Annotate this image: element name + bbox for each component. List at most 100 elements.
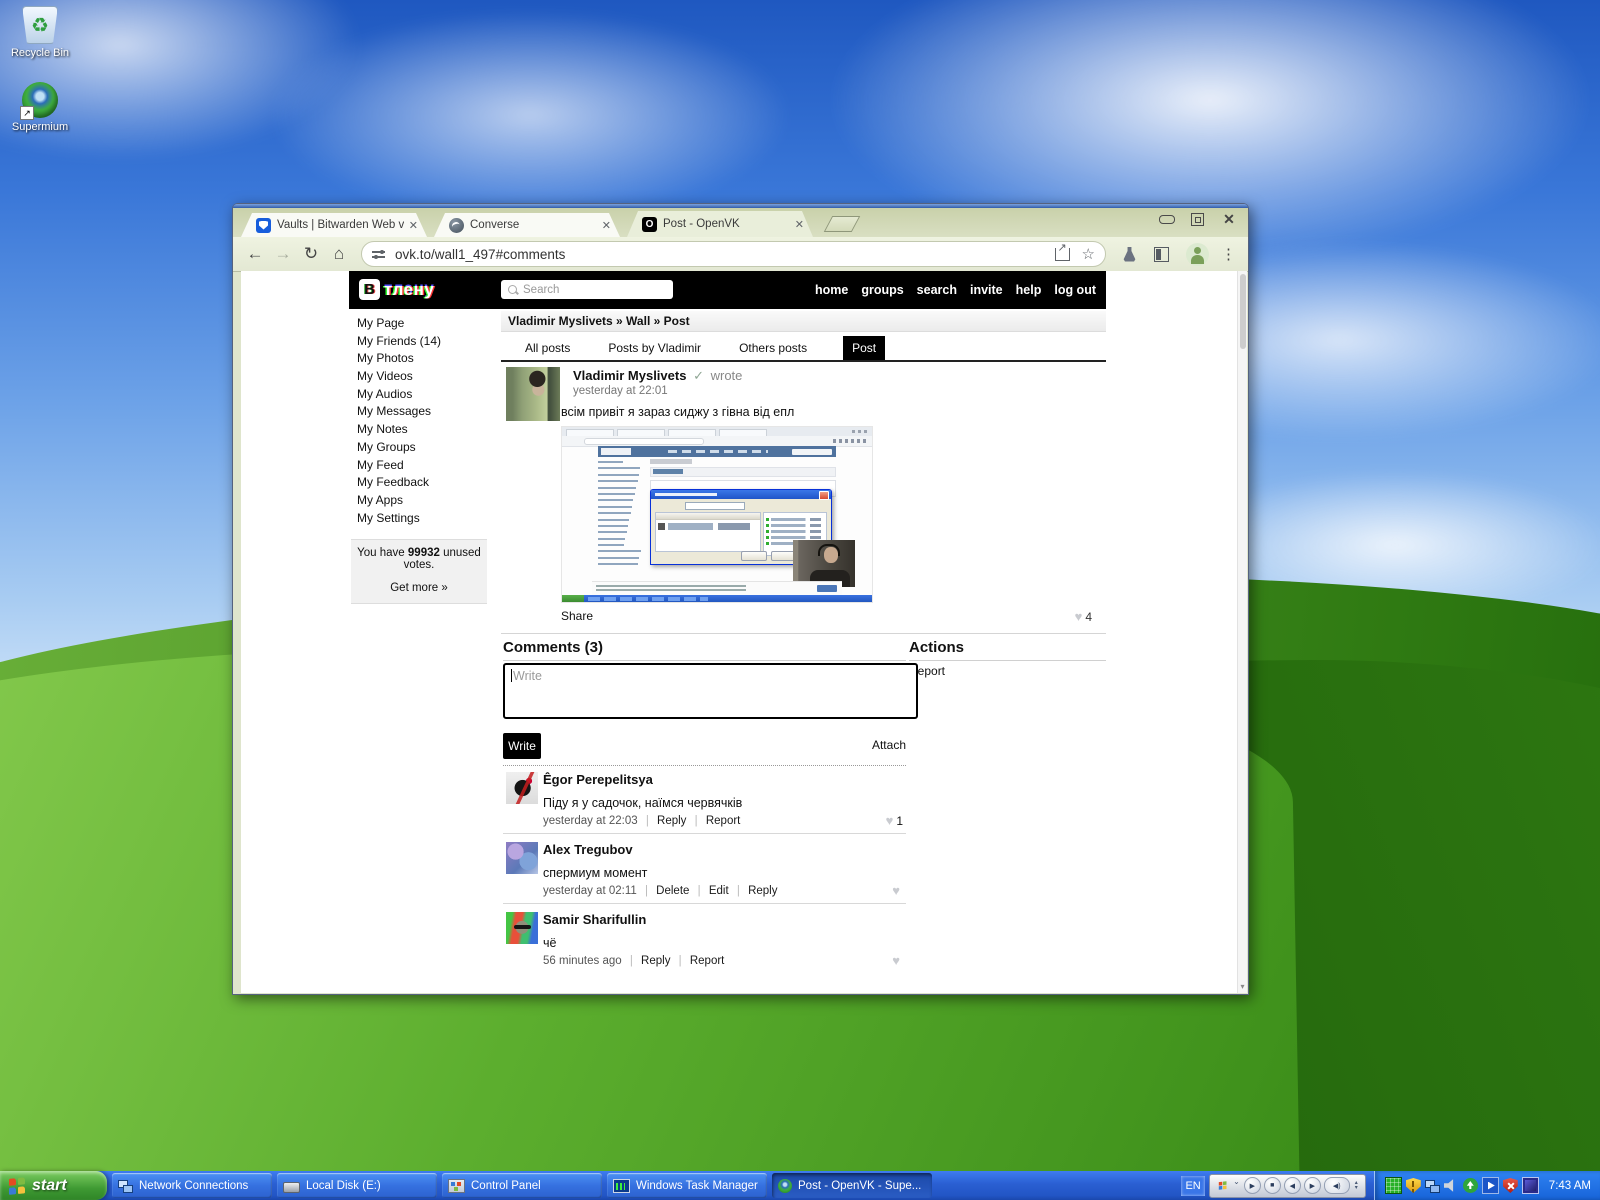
new-tab-button[interactable] bbox=[824, 216, 861, 232]
language-indicator[interactable]: EN bbox=[1181, 1176, 1205, 1196]
site-search-input[interactable]: Search bbox=[501, 280, 673, 299]
wall-tabs: All posts Posts by Vladimir Others posts… bbox=[501, 337, 1106, 362]
sidebar-item-my-page[interactable]: My Page bbox=[357, 317, 489, 329]
delete-link[interactable]: Delete bbox=[656, 885, 689, 897]
forward-icon[interactable]: → bbox=[269, 244, 297, 264]
nav-invite[interactable]: invite bbox=[970, 283, 1003, 297]
sidebar-item-my-videos[interactable]: My Videos bbox=[357, 370, 489, 382]
sidebar-item-my-groups[interactable]: My Groups bbox=[357, 441, 489, 453]
sidebar-item-my-settings[interactable]: My Settings bbox=[357, 512, 489, 524]
reply-link[interactable]: Reply bbox=[641, 955, 670, 967]
reply-link[interactable]: Reply bbox=[657, 815, 686, 827]
taskbar-button-openvk-active[interactable]: Post - OpenVK - Supe... bbox=[772, 1173, 932, 1198]
taskbar-button-control-panel[interactable]: Control Panel bbox=[442, 1173, 602, 1198]
sidebar-item-my-feed[interactable]: My Feed bbox=[357, 459, 489, 471]
browser-menu-icon[interactable]: ⋮ bbox=[1221, 245, 1236, 263]
comment-author-link[interactable]: Samir Sharifullin bbox=[543, 912, 646, 927]
back-icon[interactable]: ← bbox=[241, 244, 269, 264]
nav-search[interactable]: search bbox=[917, 283, 957, 297]
tray-security-alert-icon[interactable] bbox=[1503, 1178, 1518, 1193]
sidebar-item-my-audios[interactable]: My Audios bbox=[357, 388, 489, 400]
next-button[interactable]: ▶ bbox=[1304, 1177, 1321, 1194]
tray-network-icon[interactable] bbox=[1425, 1178, 1440, 1193]
comment-author-link[interactable]: Êgor Perepelitsya bbox=[543, 772, 653, 787]
tab-post-active[interactable]: Post bbox=[843, 336, 885, 360]
profile-avatar-icon[interactable] bbox=[1186, 243, 1209, 266]
start-button[interactable]: start bbox=[0, 1171, 107, 1200]
play-button[interactable]: ▶ bbox=[1244, 1177, 1261, 1194]
stop-button[interactable]: ■ bbox=[1264, 1177, 1281, 1194]
home-icon[interactable]: ⌂ bbox=[325, 244, 353, 264]
address-bar[interactable]: ovk.to/wall1_497#comments ↗ ☆ bbox=[361, 241, 1106, 267]
chevron-icon[interactable]: ⌄ bbox=[1233, 1177, 1240, 1186]
comment-avatar[interactable] bbox=[506, 842, 538, 874]
report-link[interactable]: Report bbox=[706, 815, 741, 827]
deskband-expand-icon[interactable]: ▴▾ bbox=[1355, 1181, 1358, 1191]
nav-home[interactable]: home bbox=[815, 283, 848, 297]
tray-led-panel-icon[interactable] bbox=[1385, 1177, 1402, 1194]
post-author-avatar[interactable] bbox=[506, 367, 560, 421]
site-info-icon[interactable] bbox=[372, 248, 386, 260]
sidebar-item-my-apps[interactable]: My Apps bbox=[357, 494, 489, 506]
comment-like-button[interactable]: ♥ bbox=[892, 953, 903, 968]
tray-volume-icon[interactable] bbox=[1444, 1178, 1459, 1193]
nav-logout[interactable]: log out bbox=[1054, 283, 1096, 297]
taskbar-button-network-connections[interactable]: Network Connections bbox=[112, 1173, 272, 1198]
supermium-desktop-icon[interactable]: ↗ Supermium bbox=[8, 82, 72, 133]
comment-like-button[interactable]: ♥ bbox=[892, 883, 903, 898]
scrollbar-thumb[interactable] bbox=[1240, 274, 1246, 349]
tab-others-posts[interactable]: Others posts bbox=[737, 336, 809, 360]
sidebar-item-my-feedback[interactable]: My Feedback bbox=[357, 476, 489, 488]
post-author-link[interactable]: Vladimir Myslivets bbox=[573, 368, 686, 383]
scroll-down-icon[interactable]: ▾ bbox=[1238, 982, 1247, 991]
comment-author-link[interactable]: Alex Tregubov bbox=[543, 842, 633, 857]
reload-icon[interactable]: ↻ bbox=[297, 244, 325, 264]
taskbar-button-local-disk[interactable]: Local Disk (E:) bbox=[277, 1173, 437, 1198]
tray-security-shield-icon[interactable] bbox=[1406, 1178, 1421, 1193]
edit-link[interactable]: Edit bbox=[709, 885, 729, 897]
comment-input[interactable]: Write bbox=[503, 663, 918, 719]
write-button[interactable]: Write bbox=[503, 733, 541, 759]
taskbar-button-task-manager[interactable]: Windows Task Manager bbox=[607, 1173, 767, 1198]
minimize-button[interactable] bbox=[1156, 211, 1178, 227]
tab-close-icon[interactable]: ✕ bbox=[602, 219, 611, 232]
sidebar-item-my-friends[interactable]: My Friends (14) bbox=[357, 335, 489, 347]
tab-close-icon[interactable]: ✕ bbox=[409, 219, 418, 232]
tab-openvk-active[interactable]: O Post - OpenVK ✕ bbox=[627, 211, 813, 237]
previous-button[interactable]: ◀ bbox=[1284, 1177, 1301, 1194]
post-image[interactable] bbox=[561, 426, 873, 603]
volume-button[interactable]: ◀) bbox=[1324, 1177, 1350, 1194]
bookmark-star-icon[interactable]: ☆ bbox=[1082, 245, 1095, 263]
nav-help[interactable]: help bbox=[1016, 283, 1042, 297]
comment-avatar[interactable] bbox=[506, 912, 538, 944]
tab-posts-by-vladimir[interactable]: Posts by Vladimir bbox=[606, 336, 703, 360]
attach-link[interactable]: Attach bbox=[851, 738, 906, 752]
comment-like-button[interactable]: ♥1 bbox=[886, 813, 903, 828]
recycle-bin-desktop-icon[interactable]: ♻ Recycle Bin bbox=[8, 6, 72, 59]
nav-groups[interactable]: groups bbox=[861, 283, 903, 297]
comment-avatar[interactable] bbox=[506, 772, 538, 804]
tray-media-icon[interactable] bbox=[1482, 1177, 1499, 1194]
sidebar-item-my-messages[interactable]: My Messages bbox=[357, 405, 489, 417]
get-more-link[interactable]: Get more » bbox=[354, 582, 484, 594]
share-icon[interactable]: ↗ bbox=[1055, 248, 1070, 261]
tab-bitwarden[interactable]: Vaults | Bitwarden Web va ✕ bbox=[241, 213, 427, 237]
close-button[interactable]: ✕ bbox=[1218, 211, 1240, 227]
page-scrollbar[interactable]: ▾ bbox=[1237, 271, 1247, 993]
tab-converse[interactable]: Converse ✕ bbox=[434, 213, 620, 237]
site-logo[interactable]: В тлену bbox=[359, 279, 434, 300]
side-panel-icon[interactable] bbox=[1154, 247, 1169, 262]
sidebar-item-my-notes[interactable]: My Notes bbox=[357, 423, 489, 435]
share-link[interactable]: Share bbox=[561, 609, 593, 624]
breadcrumb[interactable]: Vladimir Myslivets » Wall » Post bbox=[501, 311, 1106, 332]
tab-close-icon[interactable]: ✕ bbox=[795, 218, 804, 231]
sidebar-item-my-photos[interactable]: My Photos bbox=[357, 352, 489, 364]
experiments-flask-icon[interactable] bbox=[1123, 247, 1136, 262]
tray-updates-icon[interactable] bbox=[1463, 1178, 1478, 1193]
tab-all-posts[interactable]: All posts bbox=[523, 336, 572, 360]
report-link[interactable]: Report bbox=[690, 955, 725, 967]
reply-link[interactable]: Reply bbox=[748, 885, 777, 897]
tray-display-icon[interactable] bbox=[1522, 1177, 1539, 1194]
maximize-button[interactable] bbox=[1187, 211, 1209, 227]
post-like-button[interactable]: ♥4 bbox=[1075, 609, 1092, 624]
